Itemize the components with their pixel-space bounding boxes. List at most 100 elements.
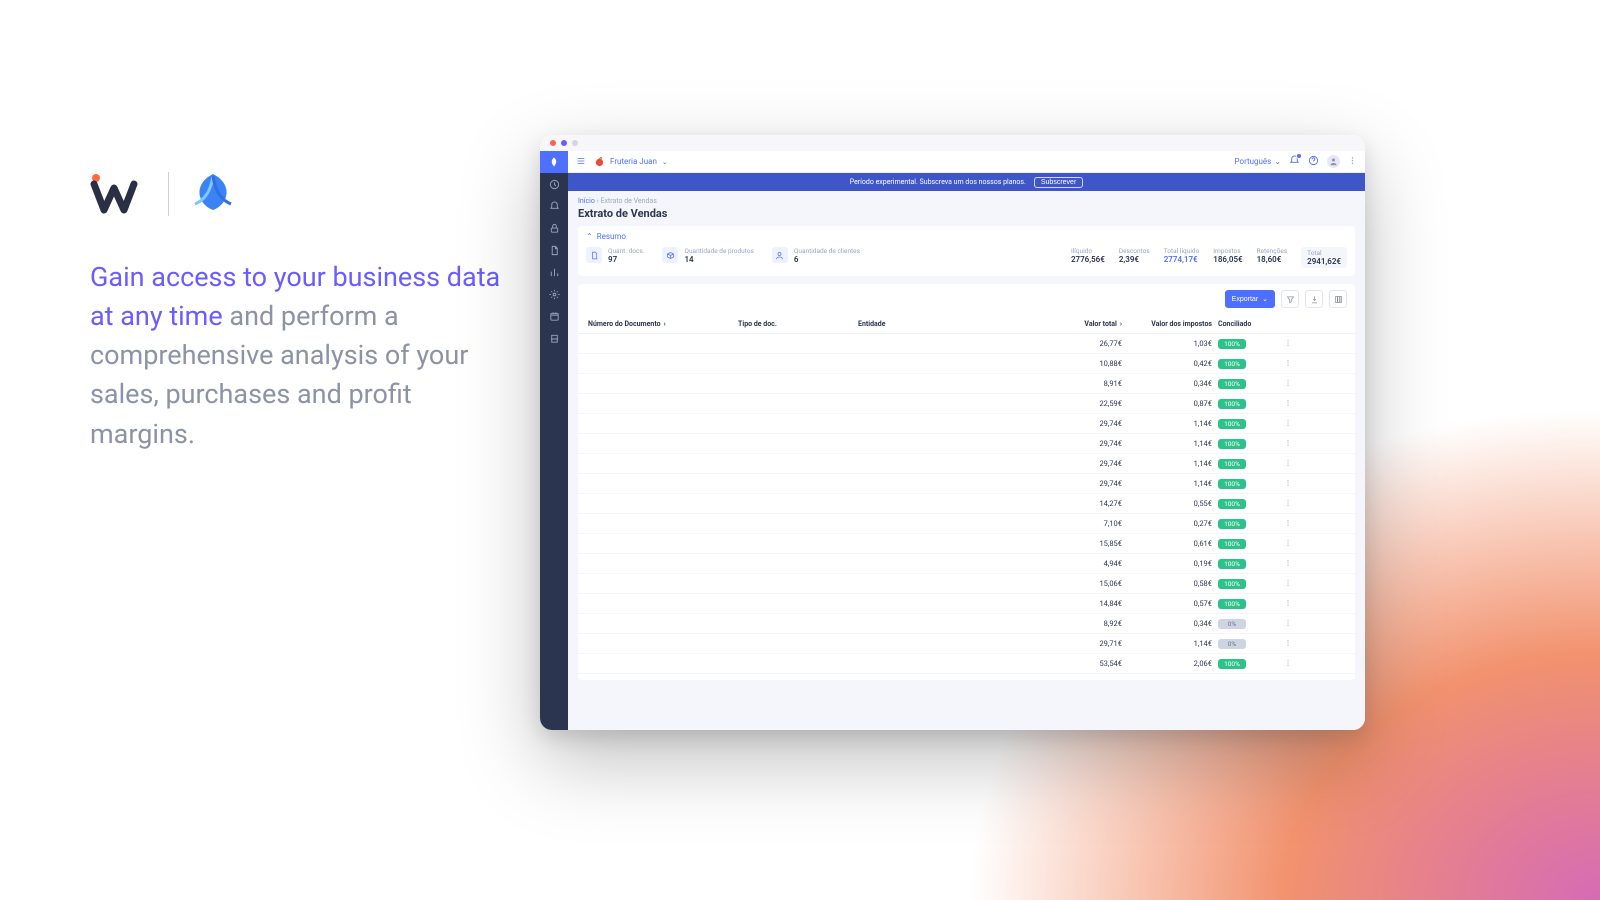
menu-toggle-icon[interactable] xyxy=(576,156,586,168)
filter-button[interactable] xyxy=(1281,290,1299,308)
table-row[interactable]: 8,91€0,34€100% xyxy=(578,374,1355,394)
table-row[interactable]: 29,71€1,14€0% xyxy=(578,634,1355,654)
cell-concil: 100% xyxy=(1218,499,1278,509)
summary-title: Resumo xyxy=(597,232,626,241)
col-total[interactable]: Valor total› xyxy=(1038,320,1128,328)
sidebar-dashboard-icon[interactable] xyxy=(540,173,568,195)
row-menu-button[interactable] xyxy=(1278,459,1298,469)
cell-concil: 100% xyxy=(1218,599,1278,609)
row-menu-button[interactable] xyxy=(1278,579,1298,589)
page-title: Extrato de Vendas xyxy=(568,207,1365,226)
columns-button[interactable] xyxy=(1329,290,1347,308)
notifications-button[interactable] xyxy=(1289,155,1300,168)
cell-tax: 0,34€ xyxy=(1128,619,1218,628)
export-button[interactable]: Exportar⌄ xyxy=(1225,290,1275,308)
cell-total: 10,88€ xyxy=(1038,359,1128,368)
cell-total: 14,27€ xyxy=(1038,499,1128,508)
table-row[interactable]: 15,06€0,58€100% xyxy=(578,574,1355,594)
cell-tax: 0,58€ xyxy=(1128,579,1218,588)
row-menu-button[interactable] xyxy=(1278,539,1298,549)
row-menu-button[interactable] xyxy=(1278,639,1298,649)
table-row[interactable]: 26,77€1,03€100% xyxy=(578,334,1355,354)
logo-row xyxy=(90,170,520,218)
table-row[interactable]: 7,10€0,27€100% xyxy=(578,514,1355,534)
logo-divider xyxy=(168,172,169,216)
chevron-down-icon: ⌄ xyxy=(662,158,668,166)
table-row[interactable]: 29,74€1,14€100% xyxy=(578,414,1355,434)
sidebar-document-icon[interactable] xyxy=(540,239,568,261)
store-selector[interactable]: Fruteria Juan ⌄ xyxy=(594,156,668,167)
row-menu-button[interactable] xyxy=(1278,619,1298,629)
sidebar-lock-icon[interactable] xyxy=(540,217,568,239)
table-row[interactable]: 14,84€0,57€100% xyxy=(578,594,1355,614)
row-menu-button[interactable] xyxy=(1278,419,1298,429)
window-min-dot[interactable] xyxy=(561,140,567,146)
row-menu-button[interactable] xyxy=(1278,399,1298,409)
row-menu-button[interactable] xyxy=(1278,379,1298,389)
table-row[interactable]: 15,85€0,61€100% xyxy=(578,534,1355,554)
cell-total: 14,84€ xyxy=(1038,599,1128,608)
col-doctype[interactable]: Tipo de doc. xyxy=(738,320,858,328)
cell-concil: 100% xyxy=(1218,479,1278,489)
language-selector[interactable]: Português⌄ xyxy=(1235,157,1281,166)
topbar: Fruteria Juan ⌄ Português⌄ xyxy=(568,151,1365,173)
cell-tax: 0,57€ xyxy=(1128,599,1218,608)
row-menu-button[interactable] xyxy=(1278,359,1298,369)
help-button[interactable] xyxy=(1308,155,1319,168)
table-row[interactable]: 53,54€2,06€100% xyxy=(578,654,1355,674)
table-body: 26,77€1,03€100%10,88€0,42€100%8,91€0,34€… xyxy=(578,334,1355,674)
row-menu-button[interactable] xyxy=(1278,439,1298,449)
sidebar-analytics-icon[interactable] xyxy=(540,261,568,283)
window-close-dot[interactable] xyxy=(550,140,556,146)
download-button[interactable] xyxy=(1305,290,1323,308)
col-taxes[interactable]: Valor dos impostos xyxy=(1128,320,1218,328)
sidebar-calendar-icon[interactable] xyxy=(540,305,568,327)
subscribe-button[interactable]: Subscrever xyxy=(1034,177,1083,188)
sidebar-notifications-icon[interactable] xyxy=(540,195,568,217)
notification-badge xyxy=(1296,153,1302,159)
row-menu-button[interactable] xyxy=(1278,519,1298,529)
window-max-dot[interactable] xyxy=(572,140,578,146)
cell-total: 8,91€ xyxy=(1038,379,1128,388)
row-menu-button[interactable] xyxy=(1278,599,1298,609)
chevron-down-icon: ⌄ xyxy=(1262,295,1268,303)
cell-tax: 0,19€ xyxy=(1128,559,1218,568)
row-menu-button[interactable] xyxy=(1278,499,1298,509)
table-row[interactable]: 22,59€0,87€100% xyxy=(578,394,1355,414)
cell-tax: 1,03€ xyxy=(1128,339,1218,348)
row-menu-button[interactable] xyxy=(1278,659,1298,669)
more-menu-icon[interactable] xyxy=(1348,155,1357,168)
table-row[interactable]: 14,27€0,55€100% xyxy=(578,494,1355,514)
row-menu-button[interactable] xyxy=(1278,339,1298,349)
cell-total: 53,54€ xyxy=(1038,659,1128,668)
chevron-right-icon: › xyxy=(1120,320,1122,328)
table-row[interactable]: 10,88€0,42€100% xyxy=(578,354,1355,374)
user-avatar[interactable] xyxy=(1327,155,1340,168)
table-row[interactable]: 29,74€1,14€100% xyxy=(578,454,1355,474)
cell-concil: 100% xyxy=(1218,359,1278,369)
cell-total: 4,94€ xyxy=(1038,559,1128,568)
table-row[interactable]: 4,94€0,19€100% xyxy=(578,554,1355,574)
table-row[interactable]: 8,92€0,34€0% xyxy=(578,614,1355,634)
cell-total: 29,71€ xyxy=(1038,639,1128,648)
col-docnum[interactable]: Número do Documento› xyxy=(588,320,738,328)
brand-leaf-logo xyxy=(187,170,239,218)
breadcrumb-home[interactable]: Início xyxy=(578,197,595,205)
sidebar-settings-icon[interactable] xyxy=(540,283,568,305)
marketing-panel: Gain access to your business data at any… xyxy=(90,170,520,454)
row-menu-button[interactable] xyxy=(1278,559,1298,569)
row-menu-button[interactable] xyxy=(1278,479,1298,489)
cell-total: 29,74€ xyxy=(1038,439,1128,448)
table-row[interactable]: 29,74€1,14€100% xyxy=(578,434,1355,454)
col-concil[interactable]: Conciliado xyxy=(1218,320,1278,328)
trial-message: Período experimental. Subscreva um dos n… xyxy=(850,178,1026,186)
summary-toggle[interactable]: ⌃ Resumo xyxy=(586,232,1347,241)
brand-w-logo xyxy=(90,172,150,216)
col-entity[interactable]: Entidade xyxy=(858,320,1038,328)
summary-products: Quantidade de produtos14 xyxy=(662,247,753,264)
table-row[interactable]: 29,74€1,14€100% xyxy=(578,474,1355,494)
cell-tax: 1,14€ xyxy=(1128,439,1218,448)
document-icon xyxy=(586,247,602,263)
sidebar-print-icon[interactable] xyxy=(540,327,568,349)
sidebar-brand[interactable] xyxy=(540,151,568,173)
